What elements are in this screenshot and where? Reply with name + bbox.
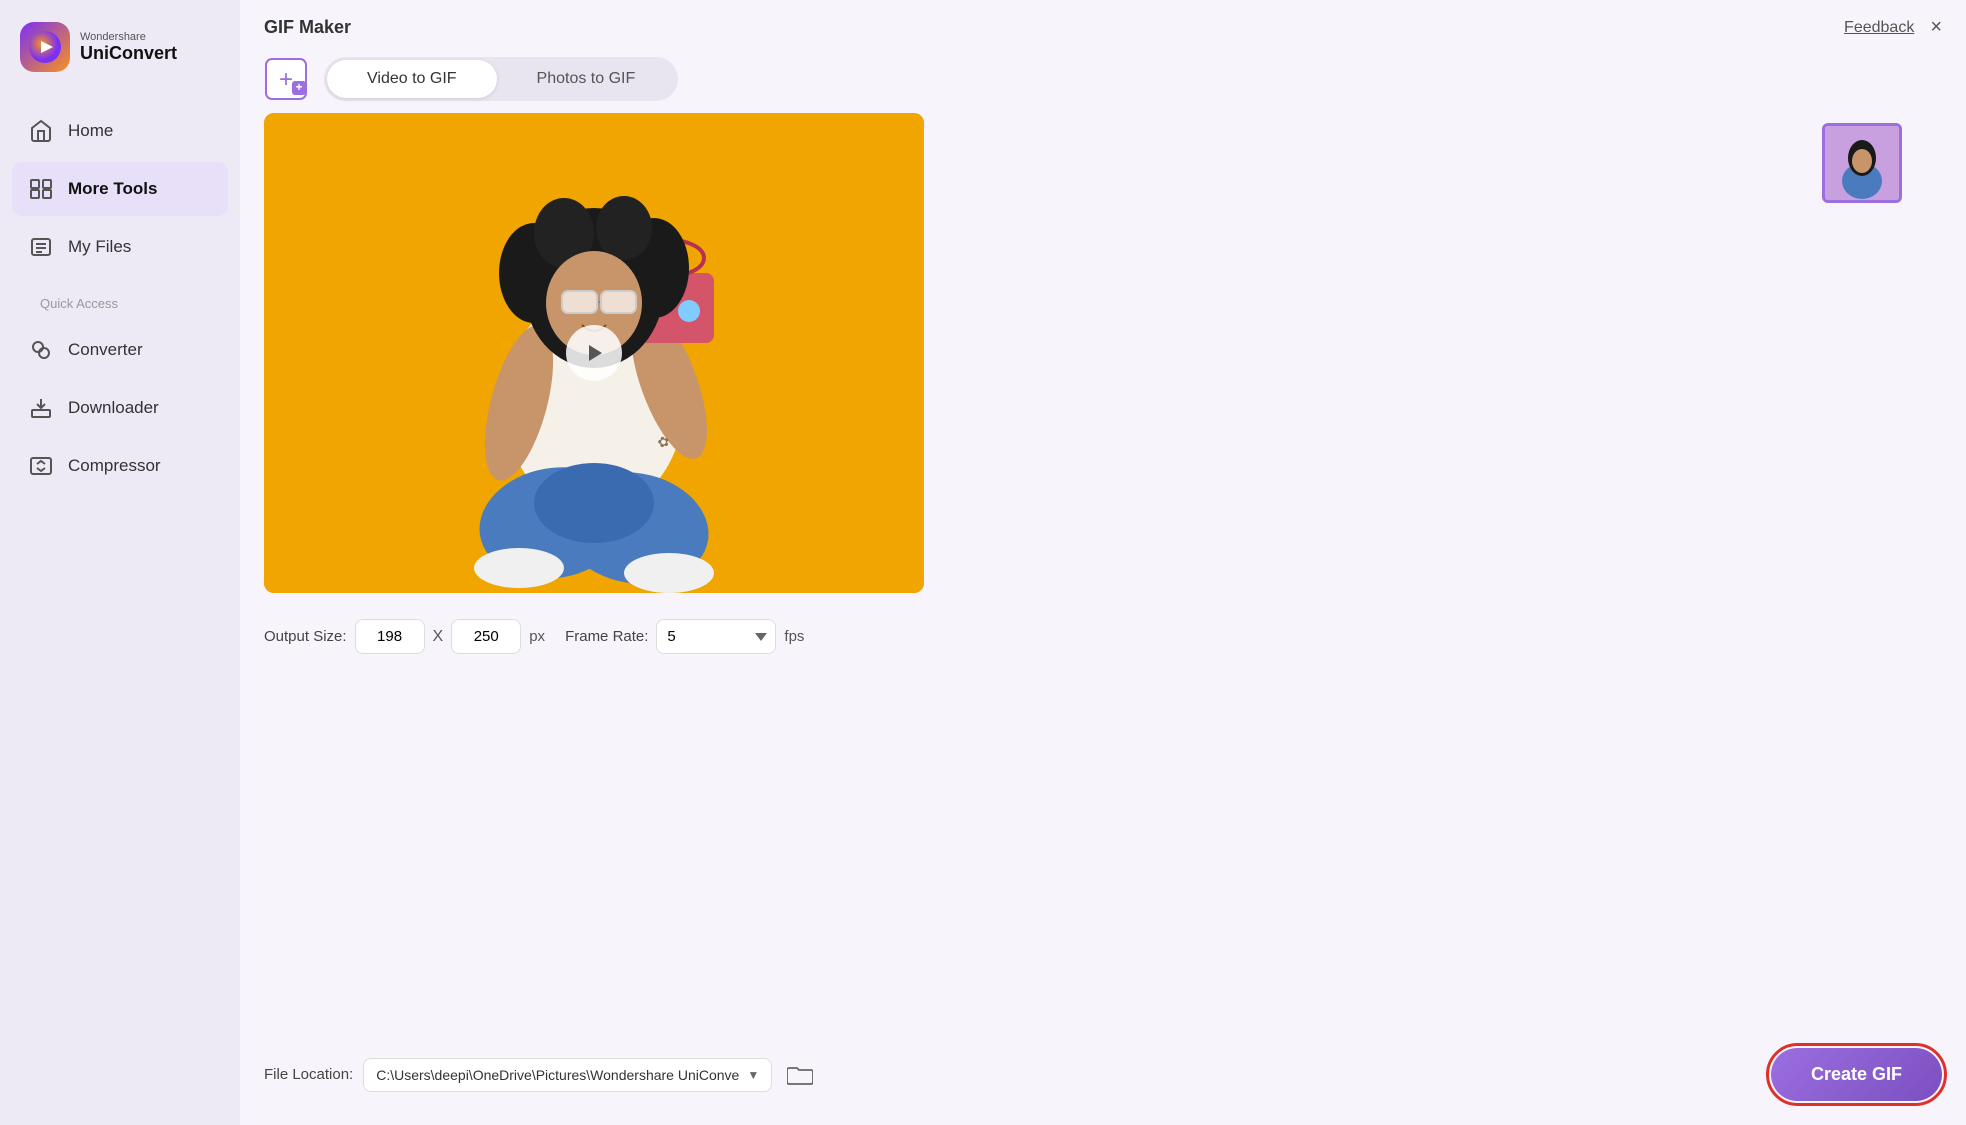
thumbnails-panel (1822, 113, 1942, 1032)
sidebar-item-home[interactable]: Home (12, 104, 228, 158)
logo-brand: Wondershare (80, 31, 177, 43)
sidebar: Wondershare UniConvert Home (0, 0, 240, 1125)
sidebar-item-my-files[interactable]: My Files (12, 220, 228, 274)
converter-icon (28, 337, 54, 363)
feedback-link[interactable]: Feedback (1844, 19, 1914, 37)
output-size-label: Output Size: (264, 628, 347, 645)
add-file-button[interactable]: + + (264, 57, 308, 101)
tab-switcher: Video to GIF Photos to GIF (324, 57, 678, 101)
page-title: GIF Maker (264, 17, 351, 38)
sidebar-item-compressor[interactable]: Compressor (12, 439, 228, 493)
video-section: ✿ Output Size: X px (264, 113, 1802, 1032)
close-button[interactable]: × (1930, 16, 1942, 39)
sidebar-item-home-label: Home (68, 121, 113, 141)
sidebar-item-converter[interactable]: Converter (12, 323, 228, 377)
folder-button[interactable] (782, 1057, 818, 1093)
logo-text: Wondershare UniConvert (80, 31, 177, 64)
output-width-input[interactable] (355, 619, 425, 654)
file-path-dropdown-arrow[interactable]: ▼ (747, 1068, 759, 1082)
sidebar-item-my-files-label: My Files (68, 237, 131, 257)
my-files-icon (28, 234, 54, 260)
thumbnail-1[interactable] (1822, 123, 1902, 203)
logo-icon (20, 22, 70, 72)
logo-product: UniConvert (80, 43, 177, 64)
file-path-box: C:\Users\deepi\OneDrive\Pictures\Wonders… (363, 1058, 772, 1092)
svg-text:+: + (295, 80, 302, 94)
header-right: Feedback × (1844, 16, 1942, 39)
fps-unit: fps (784, 628, 804, 645)
create-gif-button[interactable]: Create GIF (1771, 1048, 1942, 1101)
frame-rate-select[interactable]: 5 10 15 20 25 30 (656, 619, 776, 654)
main-header: GIF Maker Feedback × (240, 0, 1966, 49)
app-logo: Wondershare UniConvert (0, 0, 240, 94)
size-unit: px (529, 628, 545, 645)
frame-rate-label: Frame Rate: (565, 628, 648, 645)
sidebar-item-downloader-label: Downloader (68, 398, 159, 418)
sidebar-nav: Home More Tools (0, 94, 240, 503)
output-height-input[interactable] (451, 619, 521, 654)
svg-text:+: + (279, 66, 293, 93)
tab-video-to-gif[interactable]: Video to GIF (327, 60, 497, 98)
thumbnail-image-1 (1825, 126, 1899, 200)
compressor-icon (28, 453, 54, 479)
content-area: ✿ Output Size: X px (240, 113, 1966, 1032)
bottom-bar: File Location: C:\Users\deepi\OneDrive\P… (240, 1032, 1966, 1125)
output-settings: Output Size: X px Frame Rate: 5 10 15 20… (264, 609, 1802, 664)
sidebar-item-compressor-label: Compressor (68, 456, 161, 476)
more-tools-icon (28, 176, 54, 202)
file-path-text: C:\Users\deepi\OneDrive\Pictures\Wonders… (376, 1067, 739, 1083)
home-icon (28, 118, 54, 144)
video-preview[interactable]: ✿ (264, 113, 924, 593)
file-location-group: File Location: C:\Users\deepi\OneDrive\P… (264, 1057, 818, 1093)
quick-access-label: Quick Access (12, 278, 228, 319)
sidebar-item-more-tools-label: More Tools (68, 179, 157, 199)
tab-photos-to-gif[interactable]: Photos to GIF (497, 60, 676, 98)
output-size-group: Output Size: X px (264, 619, 545, 654)
frame-rate-group: Frame Rate: 5 10 15 20 25 30 fps (565, 619, 804, 654)
file-location-label: File Location: (264, 1066, 353, 1083)
main-content: GIF Maker Feedback × + + Video to GIF Ph… (240, 0, 1966, 1125)
downloader-icon (28, 395, 54, 421)
sidebar-item-converter-label: Converter (68, 340, 143, 360)
sidebar-item-more-tools[interactable]: More Tools (12, 162, 228, 216)
size-separator: X (433, 628, 444, 646)
play-button[interactable] (566, 325, 622, 381)
sidebar-item-downloader[interactable]: Downloader (12, 381, 228, 435)
toolbar: + + Video to GIF Photos to GIF (240, 49, 1966, 113)
